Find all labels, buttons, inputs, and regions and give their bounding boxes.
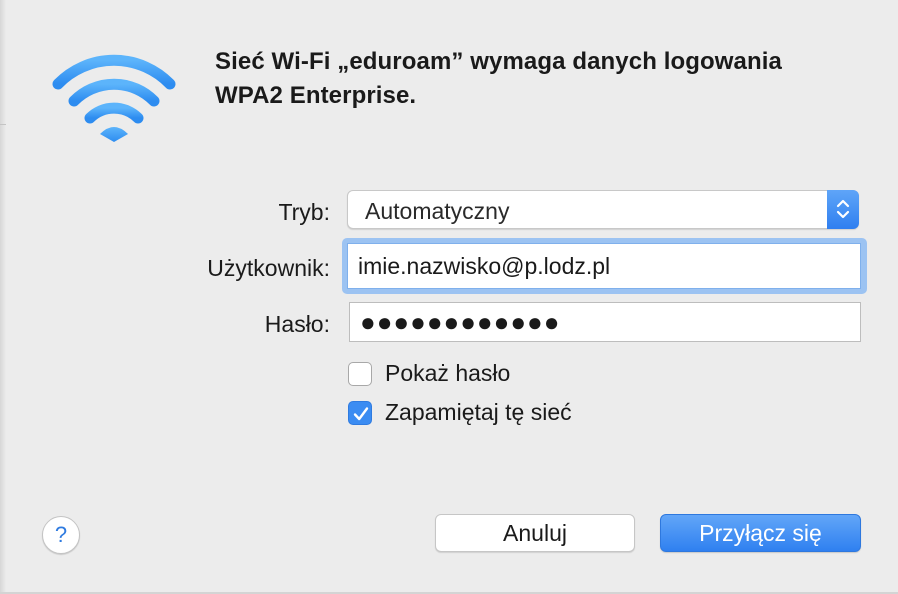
window-edge bbox=[0, 0, 6, 594]
help-button[interactable]: ? bbox=[42, 516, 80, 554]
cancel-button[interactable]: Anuluj bbox=[435, 514, 635, 552]
username-label: Użytkownik: bbox=[207, 255, 330, 281]
remember-network-checkbox[interactable] bbox=[348, 401, 372, 425]
window-edge-divider bbox=[0, 124, 6, 125]
show-password-label[interactable]: Pokaż hasło bbox=[385, 360, 510, 387]
dialog-title: Sieć Wi-Fi „eduroam” wymaga danych logow… bbox=[215, 45, 875, 113]
updown-chevron-icon[interactable] bbox=[827, 190, 859, 229]
remember-network-label[interactable]: Zapamiętaj tę sieć bbox=[385, 399, 572, 426]
password-label: Hasło: bbox=[264, 311, 330, 337]
mode-label: Tryb: bbox=[278, 199, 330, 225]
username-input[interactable]: imie.nazwisko@p.lodz.pl bbox=[347, 243, 861, 289]
mode-select-value: Automatyczny bbox=[365, 198, 510, 224]
show-password-checkbox[interactable] bbox=[348, 362, 372, 386]
mode-select[interactable]: Automatyczny bbox=[347, 190, 859, 229]
connect-button[interactable]: Przyłącz się bbox=[660, 514, 861, 552]
wifi-login-dialog: Sieć Wi-Fi „eduroam” wymaga danych logow… bbox=[0, 0, 898, 594]
checkmark-icon bbox=[353, 407, 369, 421]
password-input[interactable]: ●●●●●●●●●●●● bbox=[349, 302, 861, 342]
wifi-icon bbox=[50, 50, 178, 145]
dialog-title-line1: Sieć Wi-Fi „eduroam” wymaga danych logow… bbox=[215, 48, 782, 75]
dialog-title-line2: WPA2 Enterprise. bbox=[215, 82, 417, 109]
